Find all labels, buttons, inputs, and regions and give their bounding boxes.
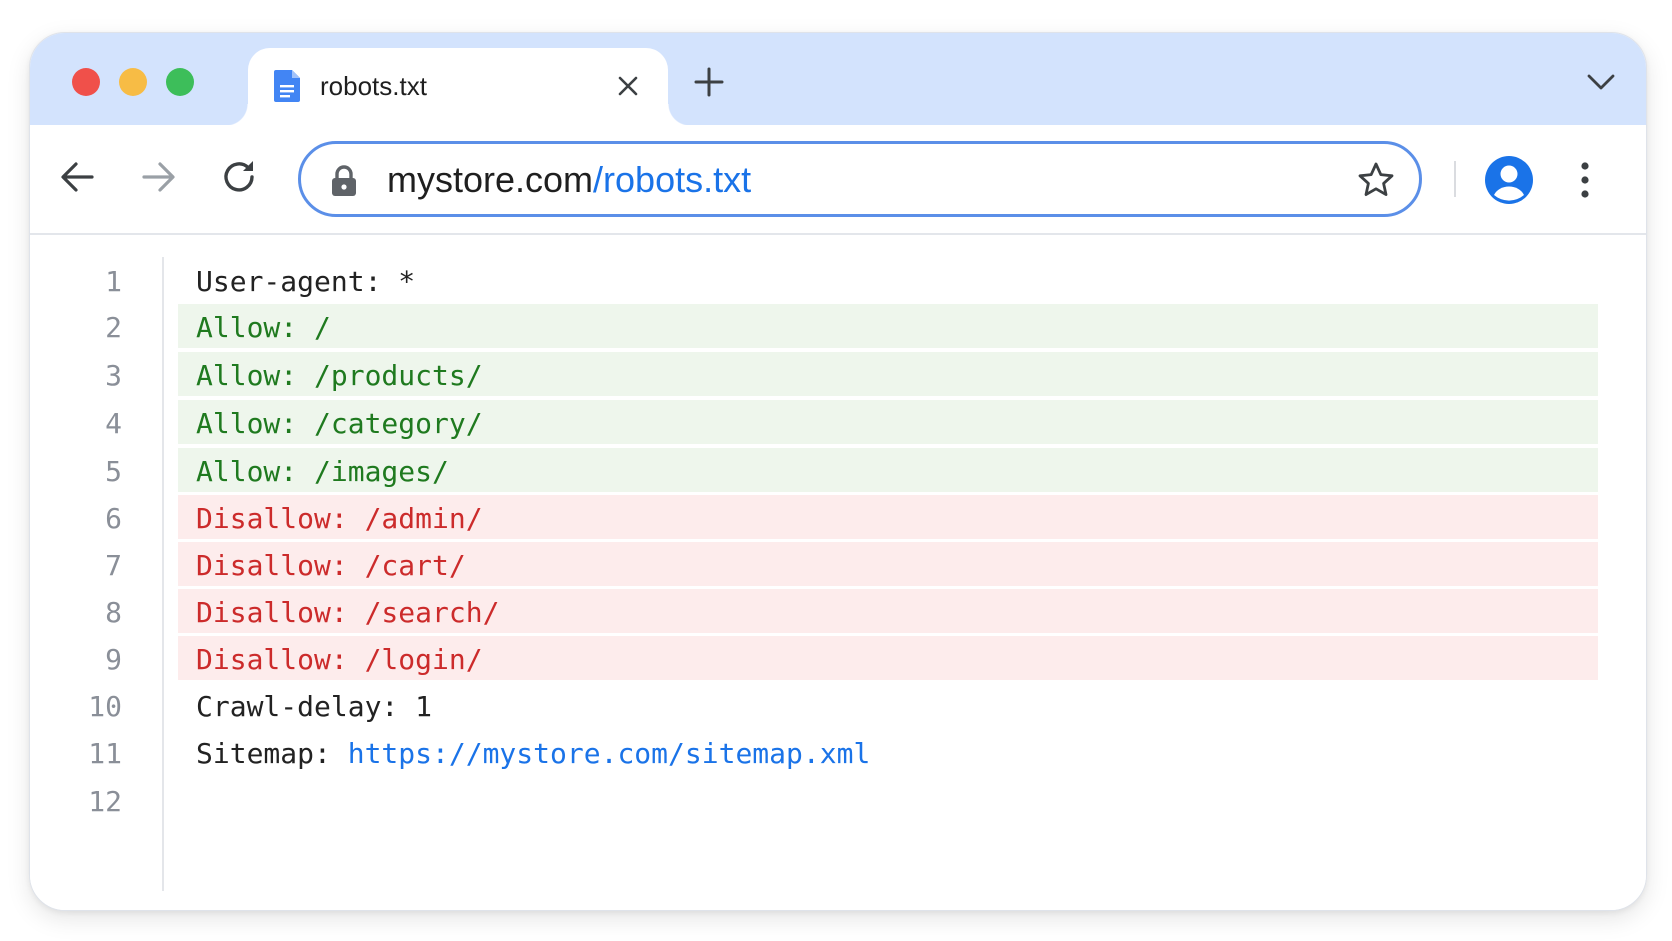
line-text: Allow: /category/ <box>196 407 483 440</box>
close-window-button[interactable] <box>72 68 100 96</box>
address-bar[interactable]: mystore.com/robots.txt <box>298 141 1422 217</box>
maximize-window-button[interactable] <box>166 68 194 96</box>
line-number: 2 <box>105 311 122 344</box>
code-line-allow: 5 Allow: /images/ <box>30 445 1598 493</box>
line-text: Sitemap: https://mystore.com/sitemap.xml <box>196 737 870 770</box>
new-tab-icon[interactable] <box>692 65 726 99</box>
sitemap-link[interactable]: https://mystore.com/sitemap.xml <box>348 737 871 770</box>
code-line-disallow: 8 Disallow: /search/ <box>30 586 1598 634</box>
line-text: Allow: /images/ <box>196 455 449 488</box>
tab-title: robots.txt <box>320 71 427 101</box>
browser-window: robots.txt mystore.com/robots.txt 1 User… <box>29 32 1647 911</box>
lock-icon[interactable] <box>329 164 359 198</box>
code-line-allow: 2 Allow: / <box>30 301 1598 349</box>
line-text: Disallow: /admin/ <box>196 502 483 535</box>
line-text: Allow: /products/ <box>196 359 483 392</box>
reload-icon[interactable] <box>217 155 261 199</box>
tab-robots-txt[interactable]: robots.txt <box>226 48 690 126</box>
document-icon <box>274 70 300 102</box>
line-number: 11 <box>88 737 122 770</box>
line-text: Disallow: /cart/ <box>196 549 466 582</box>
line-number: 12 <box>88 785 122 818</box>
line-text: User-agent: * <box>196 265 416 298</box>
chevron-down-icon[interactable] <box>1586 69 1616 95</box>
line-number: 6 <box>105 502 122 535</box>
line-number: 10 <box>88 690 122 723</box>
minimize-window-button[interactable] <box>119 68 147 96</box>
code-line-allow: 3 Allow: /products/ <box>30 349 1598 397</box>
code-line-disallow: 6 Disallow: /admin/ <box>30 492 1598 540</box>
bookmark-star-icon[interactable] <box>1357 161 1395 199</box>
line-text: Disallow: /search/ <box>196 596 500 629</box>
more-menu-icon[interactable] <box>1570 155 1600 205</box>
allow-highlight <box>178 304 1598 348</box>
code-line: 12 <box>30 775 1590 823</box>
url-path: /robots.txt <box>593 159 752 200</box>
code-line: 1 User-agent: * <box>30 255 1590 303</box>
line-text: Crawl-delay: 1 <box>196 690 433 723</box>
profile-avatar-icon[interactable] <box>1484 155 1534 205</box>
line-number: 3 <box>105 359 122 392</box>
code-line-disallow: 9 Disallow: /login/ <box>30 633 1598 681</box>
url-text[interactable]: mystore.com/robots.txt <box>387 159 751 201</box>
line-number: 8 <box>105 596 122 629</box>
line-number: 9 <box>105 643 122 676</box>
close-tab-icon[interactable] <box>614 72 642 100</box>
code-line-disallow: 7 Disallow: /cart/ <box>30 539 1598 587</box>
back-arrow-icon[interactable] <box>56 155 100 199</box>
code-line-sitemap: 11 Sitemap: https://mystore.com/sitemap.… <box>30 727 1590 775</box>
forward-arrow-icon[interactable] <box>136 155 180 199</box>
line-number: 5 <box>105 455 122 488</box>
file-viewer: 1 User-agent: * 2 Allow: / 3 Allow: /pro… <box>30 235 1646 910</box>
code-line: 10 Crawl-delay: 1 <box>30 680 1590 728</box>
url-domain: mystore.com <box>387 159 594 200</box>
line-number: 7 <box>105 549 122 582</box>
line-text: Allow: / <box>196 311 331 344</box>
toolbar: mystore.com/robots.txt <box>30 125 1646 235</box>
line-number: 4 <box>105 407 122 440</box>
tab-strip: robots.txt <box>30 33 1646 126</box>
line-text: Disallow: /login/ <box>196 643 483 676</box>
line-number: 1 <box>105 265 122 298</box>
toolbar-divider <box>1454 161 1456 197</box>
code-line-allow: 4 Allow: /category/ <box>30 397 1598 445</box>
sitemap-label: Sitemap: <box>196 737 348 770</box>
